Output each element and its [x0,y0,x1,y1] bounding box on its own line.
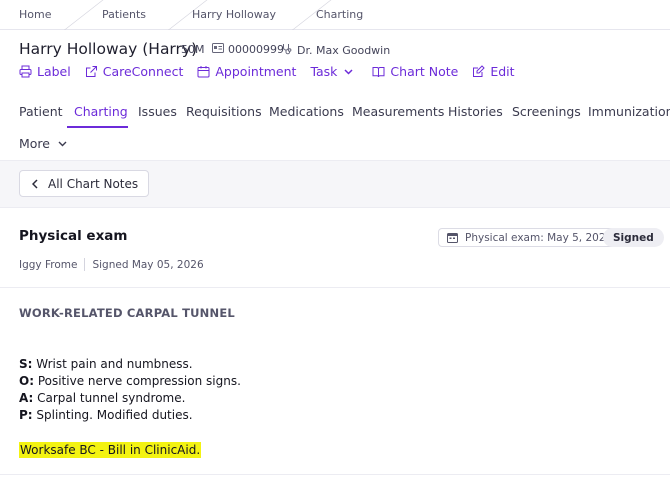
billing-note: Worksafe BC - Bill in ClinicAid. [19,442,202,458]
chevron-left-icon [32,178,38,189]
chart-note-button[interactable]: Chart Note [372,64,458,79]
note-section-heading: WORK-RELATED CARPAL TUNNEL [19,306,235,320]
careconnect-button[interactable]: CareConnect [85,64,184,79]
tab-patient[interactable]: Patient [19,104,63,119]
active-tab-indicator [67,126,128,128]
printer-icon [19,65,32,78]
divider [0,287,670,288]
soap-p-label: P: [19,408,33,422]
tab-charting[interactable]: Charting [74,104,128,119]
careconnect-button-text: CareConnect [102,64,184,79]
patient-id: 00000999 [212,43,284,56]
edit-icon [473,65,486,77]
note-title: Physical exam [19,228,128,244]
note-subtitle: Iggy Frome Signed May 05, 2026 [19,258,204,271]
tab-histories[interactable]: Histories [448,104,503,119]
appointment-button[interactable]: Appointment [197,64,296,79]
note-date-chip[interactable]: Physical exam: May 5, 2026 [438,228,622,247]
tab-requisitions[interactable]: Requisitions [186,104,262,119]
task-dropdown-text: Task [310,64,338,79]
calendar-icon [197,66,210,78]
tab-medications[interactable]: Medications [269,104,344,119]
tab-screenings[interactable]: Screenings [512,104,581,119]
soap-p-text: Splinting. Modified duties. [32,408,193,422]
tab-more[interactable]: More [19,136,67,151]
edit-button-text: Edit [490,64,515,79]
patient-actions: Label CareConnect Appointment Task Chart… [19,64,529,79]
soap-note: S: Wrist pain and numbness. O: Positive … [19,356,241,424]
soap-assessment: A: Carpal tunnel syndrome. [19,390,241,407]
calendar-icon [447,233,458,243]
divider [0,474,670,475]
breadcrumb: Home Patients Harry Holloway Charting [0,0,670,30]
patient-doctor: Dr. Max Goodwin [282,43,390,58]
status-badge: Signed [603,228,664,247]
appointment-button-text: Appointment [215,64,297,79]
note-author: Iggy Frome [19,258,78,271]
breadcrumb-charting: Charting [316,8,364,21]
soap-a-label: A: [19,391,34,405]
stethoscope-icon [282,43,293,58]
task-dropdown[interactable]: Task [310,64,358,79]
note-signed-date: Signed May 05, 2026 [92,258,204,271]
soap-a-text: Carpal tunnel syndrome. [33,391,186,405]
tab-more-text: More [19,136,50,151]
all-chart-notes-text: All Chart Notes [48,176,139,191]
soap-plan: P: Splinting. Modified duties. [19,407,241,424]
soap-o-label: O: [19,374,34,388]
breadcrumb-home[interactable]: Home [19,8,51,21]
soap-o-text: Positive nerve compression signs. [34,374,241,388]
soap-objective: O: Positive nerve compression signs. [19,373,241,390]
chevron-down-icon [58,141,67,146]
soap-subjective: S: Wrist pain and numbness. [19,356,241,373]
chart-note-button-text: Chart Note [390,64,459,79]
note-date-chip-text: Physical exam: May 5, 2026 [465,231,613,244]
chevron-down-icon [344,68,353,75]
breadcrumb-patient-name[interactable]: Harry Holloway [192,8,276,21]
breadcrumb-patients[interactable]: Patients [102,8,146,21]
label-button[interactable]: Label [19,64,71,79]
tab-immunizations[interactable]: Immunizations [588,104,670,119]
edit-button[interactable]: Edit [472,64,515,79]
patient-doctor-text: Dr. Max Goodwin [297,44,391,57]
patient-name: Harry Holloway (Harry) [19,40,198,58]
patient-id-text: 00000999 [228,43,284,56]
divider [84,258,86,271]
tab-measurements[interactable]: Measurements [352,104,444,119]
tab-issues[interactable]: Issues [138,104,177,119]
id-card-icon [212,43,224,56]
patient-age-sex-text: 50M [181,43,205,56]
label-button-text: Label [37,64,71,79]
book-icon [372,66,385,77]
soap-s-text: Wrist pain and numbness. [32,357,193,371]
external-link-icon [85,66,97,77]
soap-s-label: S: [19,357,33,371]
patient-age-sex: 50M [181,43,205,56]
all-chart-notes-button[interactable]: All Chart Notes [19,170,150,197]
breadcrumb-separator [64,0,104,30]
